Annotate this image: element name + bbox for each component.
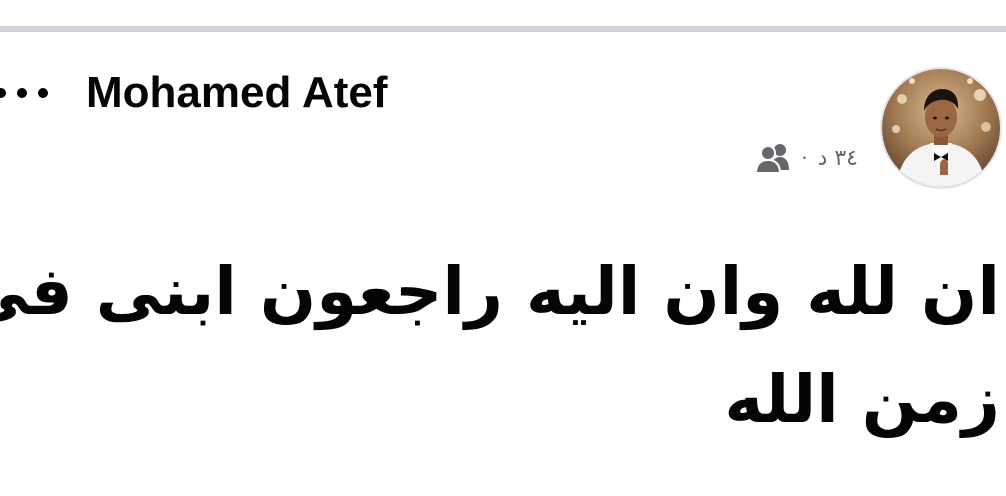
meta-separator: · [801, 146, 808, 170]
post-timestamp[interactable]: ٣٤ د [818, 146, 858, 171]
friends-icon[interactable] [755, 142, 791, 174]
avatar[interactable] [882, 69, 1000, 187]
more-options-icon-dot [0, 88, 6, 98]
more-options-icon-dot [38, 88, 48, 98]
more-options-button[interactable] [0, 82, 48, 104]
post-text-line: زمن الله [724, 361, 1000, 438]
feed-divider [0, 26, 1006, 32]
more-options-icon-dot [17, 88, 27, 98]
avatar-photo [882, 69, 1000, 187]
post-meta: · ٣٤ د [755, 138, 858, 178]
author-name[interactable]: Mohamed Atef [86, 66, 388, 120]
post-text-line: ان لله وان اليه راجعون ابنى فى [0, 253, 1000, 330]
post-body: ان لله وان اليه راجعون ابنى فى زمن الله [0, 238, 1000, 454]
